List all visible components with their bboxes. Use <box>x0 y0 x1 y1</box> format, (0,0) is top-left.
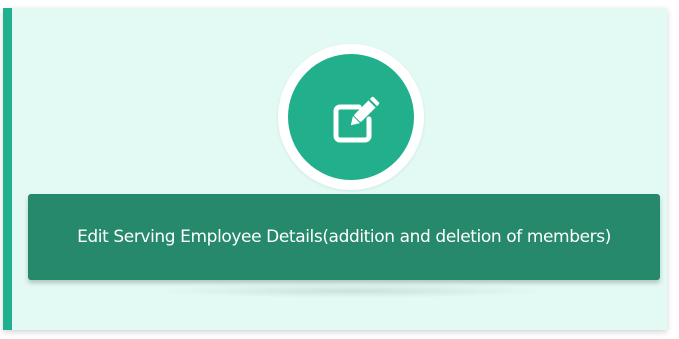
icon-circle <box>284 50 418 184</box>
edit-employee-details-button[interactable]: Edit Serving Employee Details(addition a… <box>28 194 660 280</box>
icon-badge <box>278 44 424 190</box>
employee-details-card[interactable]: Edit Serving Employee Details(addition a… <box>3 8 667 330</box>
edit-icon <box>333 96 380 143</box>
edit-employee-details-label: Edit Serving Employee Details(addition a… <box>77 227 611 247</box>
button-shadow <box>152 284 552 298</box>
